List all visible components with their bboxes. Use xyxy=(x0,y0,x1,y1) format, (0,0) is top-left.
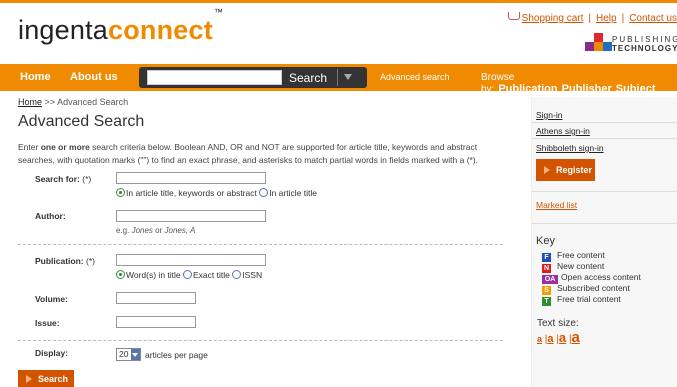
issue-label: Issue: xyxy=(35,318,60,328)
text-size-medium[interactable]: a xyxy=(547,333,553,345)
publication-options: Word(s) in title Exact title ISSN xyxy=(116,270,262,280)
search-for-label: Search for: (*) xyxy=(35,174,92,184)
breadcrumb-home[interactable]: Home xyxy=(18,97,42,107)
browse-subject[interactable]: Subject xyxy=(616,83,656,95)
browse-publication[interactable]: Publication xyxy=(498,83,557,95)
separator: | xyxy=(588,13,591,24)
divider xyxy=(18,244,503,245)
nav-advanced-search[interactable]: Advanced search xyxy=(380,72,450,82)
key-free-trial: T Free trial content xyxy=(542,294,621,306)
display-label: Display: xyxy=(35,348,69,358)
page: ingentaconnect™ Shopping cart | Help | Conta… xyxy=(0,0,677,387)
free-trial-content-icon: T xyxy=(542,297,551,306)
author-input[interactable] xyxy=(116,210,266,222)
breadcrumb: Home >> Advanced Search xyxy=(18,97,129,107)
sign-in-link[interactable]: Sign-in xyxy=(536,110,562,120)
divider xyxy=(532,138,677,139)
help-link[interactable]: Help xyxy=(596,13,617,24)
volume-input[interactable] xyxy=(116,292,196,304)
publication-input[interactable] xyxy=(116,254,266,266)
radio-issn[interactable] xyxy=(232,270,242,279)
page-title: Advanced Search xyxy=(18,113,145,130)
divider xyxy=(532,223,677,224)
text-size-xlarge[interactable]: a xyxy=(572,329,580,346)
nav-about-us[interactable]: About us xyxy=(70,71,118,83)
divider xyxy=(532,191,677,192)
radio-title-keywords-abstract[interactable] xyxy=(116,188,125,197)
chevron-down-icon[interactable] xyxy=(344,74,352,80)
search-for-input[interactable] xyxy=(116,172,266,184)
nav-home[interactable]: Home xyxy=(20,71,51,83)
quick-search-input[interactable] xyxy=(147,70,282,85)
text-size-label: Text size: xyxy=(537,318,579,329)
browse-by: Browse by: Publication Publisher Subject xyxy=(481,72,656,95)
per-page-text: articles per page xyxy=(145,350,208,360)
separator: | xyxy=(621,13,625,24)
quick-search: Search xyxy=(139,67,367,88)
logo-square-blue xyxy=(603,42,612,51)
radio-article-title[interactable] xyxy=(259,188,269,197)
results-per-page-select[interactable]: 20 xyxy=(116,348,141,361)
ingentaconnect-logo[interactable]: ingentaconnect™ xyxy=(18,7,223,46)
divider xyxy=(18,340,503,341)
logo-square-purple xyxy=(585,42,594,51)
search-for-options: In article title, keywords or abstract I… xyxy=(116,188,317,198)
volume-label: Volume: xyxy=(35,294,68,304)
play-arrow-icon xyxy=(544,166,550,174)
browse-publisher[interactable]: Publisher xyxy=(562,83,612,95)
search-submit-button[interactable]: Search xyxy=(18,370,74,387)
play-arrow-icon xyxy=(26,375,32,383)
shopping-cart-icon[interactable] xyxy=(507,12,520,20)
register-button[interactable]: Register xyxy=(536,159,595,181)
text-size-small[interactable]: a xyxy=(537,334,542,344)
quick-search-button[interactable]: Search xyxy=(289,71,327,85)
publication-label: Publication: (*) xyxy=(35,256,95,266)
author-hint: e.g. Jones or Jones, A xyxy=(116,226,196,235)
key-title: Key xyxy=(536,235,555,247)
author-label: Author: xyxy=(35,211,66,221)
text-size-large[interactable]: a xyxy=(559,330,566,345)
top-links: Shopping cart | Help | Contact us xyxy=(507,12,677,24)
intro-text: Enter one or more search criteria below.… xyxy=(18,142,479,165)
main-nav: Home About us Search Advanced search Bro… xyxy=(0,64,677,95)
shopping-cart-link[interactable]: Shopping cart xyxy=(522,13,584,24)
contact-us-link[interactable]: Contact us xyxy=(629,13,677,24)
marked-list-link[interactable]: Marked list xyxy=(536,200,577,210)
logo-square-red xyxy=(594,33,603,42)
publishing-technology-logo[interactable]: PUBLISHING TECHNOLOGY xyxy=(582,33,677,53)
logo-square-orange xyxy=(594,42,603,51)
text-size-options: a |a |a |a xyxy=(537,329,580,346)
header: ingentaconnect™ Shopping cart | Help | Conta… xyxy=(0,0,677,64)
radio-words-in-title[interactable] xyxy=(116,270,125,279)
shibboleth-sign-in-link[interactable]: Shibboleth sign-in xyxy=(536,143,604,153)
divider xyxy=(337,69,338,86)
divider xyxy=(532,122,677,123)
chevron-down-icon xyxy=(131,349,140,360)
athens-sign-in-link[interactable]: Athens sign-in xyxy=(536,126,590,136)
radio-exact-title[interactable] xyxy=(183,270,193,279)
issue-input[interactable] xyxy=(116,316,196,328)
